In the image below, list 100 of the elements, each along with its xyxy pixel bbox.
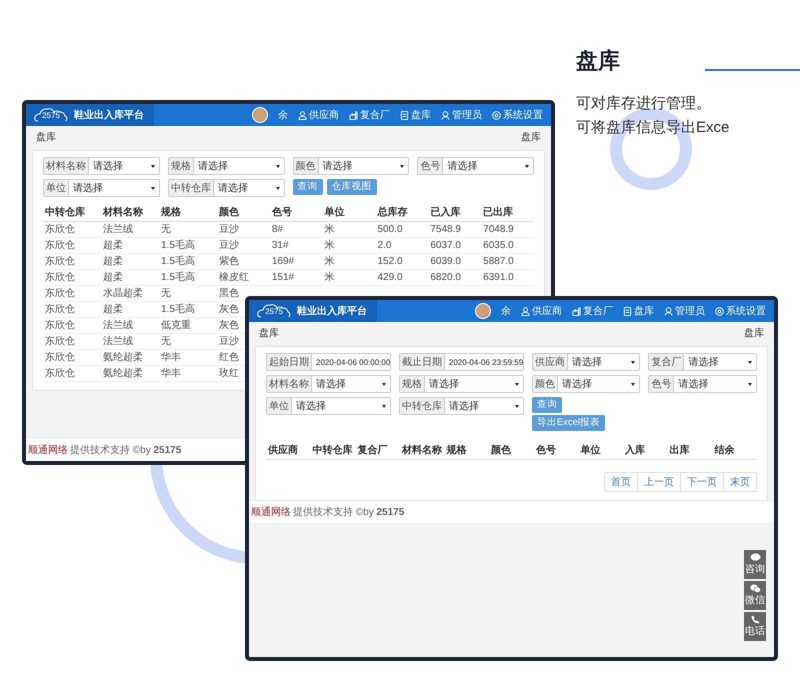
- nav-item[interactable]: 复合厂: [572, 304, 613, 318]
- app-title: 鞋业出入库平台: [297, 304, 367, 318]
- avatar[interactable]: [475, 303, 491, 319]
- select-field[interactable]: 中转仓库 请选择: [168, 179, 284, 197]
- side-button[interactable]: 咨询: [744, 550, 766, 579]
- caret-icon: [150, 164, 155, 168]
- side-button[interactable]: 微信: [744, 581, 766, 610]
- user-name[interactable]: 余: [501, 304, 511, 318]
- date-field[interactable]: 起始日期 2020-04-06 00:00:00: [266, 353, 391, 371]
- nav-item[interactable]: 系统设置: [492, 108, 543, 122]
- table-cell: 东欣仓: [45, 224, 75, 235]
- user-name[interactable]: 余: [278, 108, 288, 122]
- column-header: 规格: [444, 443, 490, 460]
- select-field[interactable]: 中转仓库 请选择: [398, 397, 524, 415]
- table-cell: 华丰: [161, 368, 181, 379]
- table-cell: 豆沙: [219, 224, 239, 235]
- nav-item[interactable]: 管理员: [441, 108, 482, 122]
- select-field[interactable]: 色号 请选择: [648, 375, 757, 393]
- table-cell: 东欣仓: [45, 368, 75, 379]
- column-header: 总库存: [375, 205, 428, 222]
- nav-item[interactable]: 供应商: [298, 108, 339, 122]
- brand-link[interactable]: 顺通网络: [28, 443, 68, 457]
- table-cell: 6037.0: [430, 240, 461, 251]
- table-cell: 氨纶超柔: [103, 352, 143, 363]
- table-cell: 红色: [219, 352, 239, 363]
- table-cell: 米: [324, 256, 335, 267]
- table-cell: 玫红: [219, 368, 239, 379]
- column-header: 复合厂: [355, 443, 400, 460]
- table-cell: 超柔: [103, 256, 123, 267]
- breadcrumb[interactable]: 盘库: [744, 328, 764, 340]
- caret-icon: [514, 404, 519, 408]
- caret-icon: [382, 382, 386, 386]
- cloud-logo: 2575: [34, 107, 68, 123]
- column-header: 材料名称: [400, 443, 445, 460]
- table-cell: 152.0: [377, 256, 403, 267]
- select-field[interactable]: 供应商 请选择: [532, 353, 640, 371]
- select-field[interactable]: 材料名称 请选择: [266, 375, 391, 393]
- table-cell: 6391.0: [483, 272, 514, 283]
- page-link[interactable]: 首页: [605, 473, 637, 491]
- caret-icon: [276, 186, 280, 190]
- table-cell: 法兰绒: [103, 224, 133, 235]
- column-header: 单位: [322, 205, 376, 222]
- nav-item[interactable]: 盘库: [400, 108, 431, 122]
- select-field[interactable]: 单位 请选择: [266, 397, 391, 415]
- avatar[interactable]: [252, 107, 268, 123]
- chat-icon: [750, 553, 760, 562]
- nav-item[interactable]: 管理员: [664, 304, 705, 318]
- action-button[interactable]: 导出Excel报表: [532, 415, 606, 431]
- table-cell: 豆沙: [219, 240, 239, 251]
- column-header: 中转仓库: [43, 205, 101, 222]
- table-cell: 法兰绒: [103, 336, 133, 347]
- table-cell: 429.0: [377, 272, 403, 283]
- table-cell: 无: [161, 224, 171, 235]
- select-field[interactable]: 颜色 请选择: [292, 157, 410, 175]
- column-header: 出库: [668, 443, 712, 460]
- column-header: 单位: [578, 443, 624, 460]
- table-cell: 法兰绒: [103, 320, 133, 331]
- table-cell: 低克重: [161, 320, 191, 331]
- table-cell: 橡皮红: [219, 272, 249, 283]
- action-button[interactable]: 查询: [532, 397, 562, 413]
- caret-icon: [382, 404, 386, 408]
- nav-item[interactable]: 供应商: [521, 304, 562, 318]
- select-field[interactable]: 单位 请选择: [43, 179, 160, 197]
- select-field[interactable]: 材料名称 请选择: [43, 157, 160, 175]
- page-link[interactable]: 末页: [723, 473, 756, 491]
- caret-icon: [631, 360, 636, 364]
- section-title: 盘库: [576, 47, 621, 75]
- caret-icon: [276, 164, 280, 168]
- table-cell: 7548.9: [430, 224, 461, 235]
- person-icon: [664, 306, 673, 316]
- column-header: 中转仓库: [310, 443, 356, 460]
- nav-item[interactable]: 复合厂: [349, 108, 390, 122]
- action-button[interactable]: 仓库视图: [326, 179, 376, 195]
- page-link[interactable]: 上一页: [637, 473, 680, 491]
- side-button[interactable]: 电话: [744, 612, 766, 641]
- column-header: 色号: [534, 443, 578, 460]
- brand-link[interactable]: 顺通网络: [251, 505, 291, 519]
- table-cell: 6820.0: [430, 272, 461, 283]
- table-cell: 5887.0: [483, 256, 514, 267]
- select-field[interactable]: 规格 请选择: [168, 157, 284, 175]
- select-field[interactable]: 规格 请选择: [398, 375, 524, 393]
- select-field[interactable]: 复合厂 请选择: [648, 353, 757, 371]
- document-icon: [623, 306, 632, 316]
- date-field[interactable]: 截止日期 2020-04-06 23:59:59: [398, 353, 524, 371]
- table-cell: 151#: [272, 272, 294, 283]
- select-field[interactable]: 颜色 请选择: [532, 375, 640, 393]
- table-cell: 米: [324, 240, 335, 251]
- nav-item[interactable]: 系统设置: [715, 304, 766, 318]
- table-cell: 1.5毛高: [161, 304, 195, 315]
- table-cell: 6035.0: [483, 240, 514, 251]
- select-field[interactable]: 色号 请选择: [417, 157, 534, 175]
- nav-item[interactable]: 盘库: [623, 304, 654, 318]
- phone-icon: [750, 615, 760, 624]
- action-button[interactable]: 查询: [292, 179, 322, 195]
- footer-text: 提供技术支持 ©by 25175: [293, 506, 404, 519]
- table-cell: 超柔: [103, 272, 123, 283]
- breadcrumb[interactable]: 盘库: [521, 132, 541, 144]
- page-link[interactable]: 下一页: [680, 473, 723, 491]
- breadcrumb: 盘库: [259, 328, 279, 340]
- column-header: 已入库: [428, 205, 482, 222]
